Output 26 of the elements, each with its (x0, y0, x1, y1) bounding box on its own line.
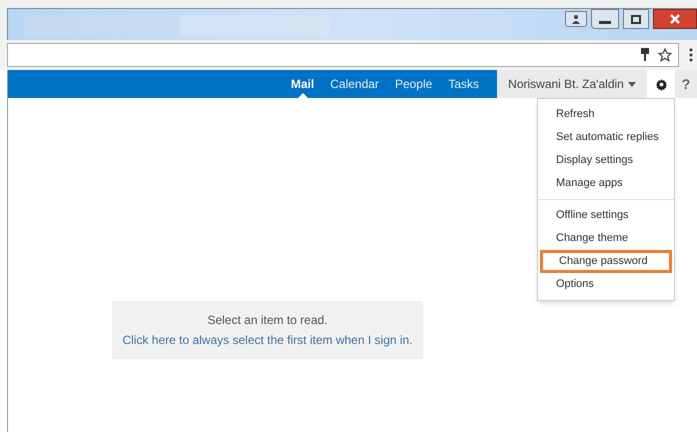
menu-item[interactable]: Refresh (540, 103, 672, 126)
menu-item[interactable]: Set automatic replies (540, 126, 672, 149)
menu-item[interactable]: Offline settings (540, 204, 672, 227)
close-icon (669, 13, 681, 25)
menu-item[interactable]: Options (540, 273, 672, 296)
more-icon[interactable] (689, 48, 693, 62)
user-menu[interactable]: Noriswani Bt. Za'aldin (497, 70, 647, 98)
nav-tab[interactable]: People (388, 70, 438, 98)
close-button[interactable] (653, 9, 697, 29)
profile-icon[interactable] (565, 11, 587, 27)
nav-tab[interactable]: Tasks (442, 70, 485, 98)
help-button[interactable]: ? (675, 70, 697, 98)
nav-tab[interactable]: Mail (284, 70, 320, 98)
star-icon[interactable] (658, 48, 672, 62)
nav-tab[interactable]: Calendar (324, 70, 385, 98)
menu-item[interactable]: Manage apps (540, 172, 672, 195)
menu-item[interactable]: Change password (540, 250, 672, 273)
minimize-button[interactable] (591, 9, 619, 29)
restore-button[interactable] (623, 9, 649, 29)
first-item-link[interactable]: Click here to always select the first item when I sign in. (122, 331, 413, 349)
empty-message: Select an item to read. (207, 312, 328, 329)
key-icon[interactable] (640, 48, 650, 62)
settings-icon (654, 78, 668, 90)
menu-item[interactable]: Change theme (540, 227, 672, 250)
caret-icon (628, 82, 636, 86)
menu-item[interactable]: Display settings (540, 149, 672, 172)
